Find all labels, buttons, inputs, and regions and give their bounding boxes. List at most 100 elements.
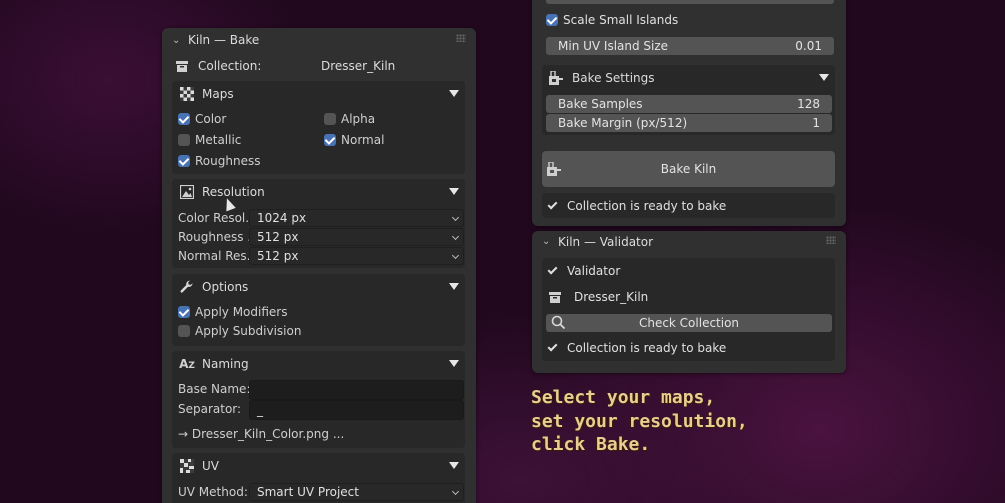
min-uv-island-size-label: Min UV Island Size (558, 39, 669, 53)
metallic-label: Metallic (195, 133, 242, 147)
collection-value[interactable]: Dresser_Kiln (321, 57, 395, 75)
separator-value: _ (257, 403, 263, 417)
collapse-triangle-icon[interactable] (449, 462, 459, 469)
collapse-triangle-icon[interactable] (449, 188, 459, 195)
collection-label: Collection: (198, 59, 262, 73)
validator-panel-header[interactable]: ⌄ Kiln — Validator (532, 231, 846, 252)
metallic-checkbox[interactable]: Metallic (178, 131, 241, 149)
normal-resolution-dropdown[interactable]: 512 px (249, 247, 464, 265)
base-name-input[interactable] (249, 380, 464, 400)
chevron-down-icon: ⌄ (542, 236, 551, 247)
color-resolution-label: Color Resol... (178, 209, 257, 227)
bake-settings-title: Bake Settings (572, 71, 655, 85)
checkbox-checked-icon[interactable] (546, 14, 558, 26)
bake-icon (546, 162, 562, 176)
chevron-down-icon: ⌄ (172, 34, 181, 46)
uv-header[interactable]: UV (172, 453, 465, 479)
uv-method-label: UV Method: (178, 483, 248, 501)
checkbox-checked-icon[interactable] (178, 306, 190, 318)
color-resolution-dropdown[interactable]: 1024 px (249, 209, 464, 227)
min-uv-island-size-field[interactable]: Min UV Island Size 0.01 (546, 37, 834, 55)
normal-label: Normal (341, 133, 385, 147)
naming-header[interactable]: AZ Naming (172, 351, 465, 377)
collection-row: Collection: (176, 57, 261, 75)
chevron-down-icon (451, 232, 460, 241)
uv-section: UV UV Method: Smart UV Project (172, 453, 465, 503)
bake-settings-header[interactable]: Bake Settings (542, 65, 835, 91)
normal-checkbox[interactable]: Normal (324, 131, 384, 149)
apply-subdivision-checkbox[interactable]: Apply Subdivision (178, 322, 301, 340)
checkmark-icon (547, 199, 558, 210)
color-resolution-value: 1024 px (257, 211, 307, 225)
base-name-label-text: Base Name: (178, 382, 251, 396)
bake-kiln-button[interactable]: Bake Kiln (542, 151, 835, 187)
annotation-line-1: Select your maps, (531, 387, 716, 408)
bake-settings-icon (542, 71, 572, 85)
chevron-down-icon (451, 251, 460, 260)
roughness-resolution-dropdown[interactable]: 512 px (249, 228, 464, 246)
checkbox-unchecked-icon[interactable] (178, 134, 190, 146)
bake-kiln-button-label: Bake Kiln (660, 162, 717, 176)
filename-preview: → Dresser_Kiln_Color.png ... (178, 425, 344, 443)
collapse-triangle-icon[interactable] (819, 74, 829, 81)
collapse-triangle-icon[interactable] (449, 90, 459, 97)
uv-title: UV (202, 459, 219, 473)
validator-collection-name: Dresser_Kiln (574, 290, 649, 304)
chevron-down-icon (451, 213, 460, 222)
bake-panel-header[interactable]: ⌄ Kiln — Bake (162, 28, 476, 52)
collapse-triangle-icon[interactable] (449, 360, 459, 367)
resolution-header[interactable]: Resolution (172, 179, 465, 205)
drag-grip-icon[interactable] (826, 236, 836, 244)
filename-preview-text: → Dresser_Kiln_Color.png ... (178, 427, 345, 441)
panel-edge (546, 0, 834, 4)
naming-section: AZ Naming Base Name: Separator: _ → Dres… (172, 351, 465, 448)
normal-resolution-label: Normal Res... (178, 247, 258, 265)
resolution-title: Resolution (202, 185, 265, 199)
bake-status-text: Collection is ready to bake (567, 199, 727, 213)
checkbox-checked-icon[interactable] (324, 134, 336, 146)
color-checkbox[interactable]: Color (178, 110, 226, 128)
checkbox-checked-icon[interactable] (178, 113, 190, 125)
bake-settings-section: Bake Settings Bake Samples 128 Bake Marg… (542, 65, 835, 135)
annotation-line-3: click Bake. (531, 434, 651, 455)
collapse-triangle-icon[interactable] (449, 283, 459, 290)
scale-small-islands-label: Scale Small Islands (563, 13, 679, 27)
bake-samples-field[interactable]: Bake Samples 128 (546, 95, 832, 113)
bake-margin-field[interactable]: Bake Margin (px/512) 1 (546, 114, 832, 132)
uv-grid-icon (172, 459, 202, 473)
checkbox-unchecked-icon[interactable] (324, 113, 336, 125)
roughness-resolution-label-text: Roughness ... (178, 230, 259, 244)
drag-grip-icon[interactable] (456, 34, 466, 42)
roughness-resolution-label: Roughness ... (178, 228, 259, 246)
instruction-annotation: Select your maps, set your resolution, c… (531, 386, 748, 457)
scale-small-islands-checkbox[interactable]: Scale Small Islands (546, 11, 678, 29)
uv-method-label-text: UV Method: (178, 485, 248, 499)
apply-modifiers-label: Apply Modifiers (195, 305, 288, 319)
base-name-label: Base Name: (178, 380, 250, 398)
bake-margin-label: Bake Margin (px/512) (558, 116, 688, 130)
color-resolution-label-text: Color Resol... (178, 211, 257, 225)
apply-subdivision-label: Apply Subdivision (195, 324, 302, 338)
alpha-label: Alpha (341, 112, 376, 126)
apply-modifiers-checkbox[interactable]: Apply Modifiers (178, 303, 287, 321)
uv-method-dropdown[interactable]: Smart UV Project (249, 483, 464, 501)
sort-alpha-icon: AZ (179, 357, 195, 371)
normal-resolution-label-text: Normal Res... (178, 249, 259, 263)
checkbox-unchecked-icon[interactable] (178, 325, 190, 337)
separator-label-text: Separator: (178, 402, 242, 416)
collection-icon (549, 291, 563, 303)
alpha-checkbox[interactable]: Alpha (324, 110, 375, 128)
checkbox-checked-icon[interactable] (178, 155, 190, 167)
check-collection-button[interactable]: Check Collection (546, 314, 832, 332)
kiln-bake-panel-continued: Scale Small Islands Min UV Island Size 0… (532, 0, 846, 226)
checker-icon (172, 87, 202, 101)
kiln-validator-panel: ⌄ Kiln — Validator Validator Dresser_Kil… (532, 231, 846, 373)
maps-header[interactable]: Maps (172, 81, 465, 107)
roughness-checkbox[interactable]: Roughness (178, 152, 260, 170)
separator-input[interactable]: _ (249, 400, 464, 420)
search-icon (551, 315, 566, 330)
color-label: Color (195, 112, 227, 126)
roughness-resolution-value: 512 px (257, 230, 299, 244)
bake-samples-label: Bake Samples (558, 97, 643, 111)
options-header[interactable]: Options (172, 274, 465, 300)
